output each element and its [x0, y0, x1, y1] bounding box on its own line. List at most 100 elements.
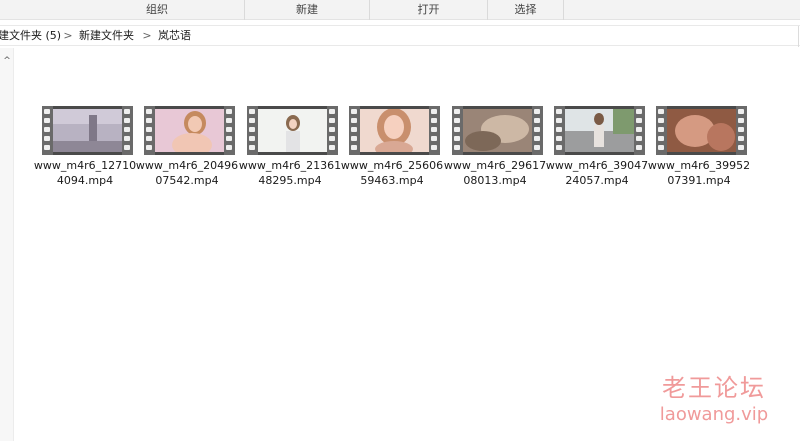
film-hole [454, 136, 460, 141]
scroll-up-arrow-icon[interactable]: ^ [2, 56, 12, 66]
film-hole [454, 109, 460, 114]
film-hole [329, 109, 335, 114]
film-hole [226, 109, 232, 114]
film-hole [738, 136, 744, 141]
film-hole [44, 136, 50, 141]
file-item[interactable]: www_m4r6_3904724057.mp4 [545, 104, 648, 194]
film-hole [431, 136, 437, 141]
film-hole [738, 109, 744, 114]
film-hole [124, 127, 130, 132]
video-thumbnail [42, 106, 133, 155]
film-hole [351, 127, 357, 132]
film-hole [226, 145, 232, 150]
film-hole [226, 127, 232, 132]
film-hole [226, 136, 232, 141]
film-hole [658, 109, 664, 114]
film-hole [556, 145, 562, 150]
film-hole [351, 118, 357, 123]
film-hole [146, 109, 152, 114]
file-item[interactable]: www_m4r6_2136148295.mp4 [238, 104, 341, 194]
film-hole [636, 136, 642, 141]
file-name[interactable]: www_m4r6_3995207391.mp4 [647, 158, 751, 188]
watermark-url: laowang.vip [659, 404, 769, 425]
film-hole [738, 127, 744, 132]
film-strip-icon [327, 106, 338, 155]
file-item[interactable]: www_m4r6_2961708013.mp4 [443, 104, 546, 194]
film-strip-icon [122, 106, 133, 155]
film-hole [44, 145, 50, 150]
film-hole [329, 127, 335, 132]
file-name[interactable]: www_m4r6_3904724057.mp4 [545, 158, 649, 188]
film-hole [44, 127, 50, 132]
breadcrumb-chevron-icon[interactable]: > [142, 26, 152, 47]
file-item[interactable]: www_m4r6_3995207391.mp4 [647, 104, 750, 194]
ribbon-group-select: 选择 [488, 0, 564, 20]
film-strip-icon [656, 106, 667, 155]
file-name[interactable]: www_m4r6_2961708013.mp4 [443, 158, 547, 188]
film-hole [226, 118, 232, 123]
video-thumbnail [144, 106, 235, 155]
video-frame-person [360, 109, 429, 152]
film-strip-icon [452, 106, 463, 155]
film-hole [534, 145, 540, 150]
film-hole [124, 136, 130, 141]
film-hole [658, 145, 664, 150]
video-preview-image [258, 109, 327, 152]
film-hole [146, 136, 152, 141]
film-hole [636, 145, 642, 150]
film-hole [454, 127, 460, 132]
film-hole [431, 109, 437, 114]
file-name[interactable]: www_m4r6_2560659463.mp4 [340, 158, 444, 188]
watermark: 老王论坛 laowang.vip [644, 372, 784, 432]
address-bar[interactable]: 建文件夹 (5) > 新建文件夹 > 岚芯语 [0, 25, 800, 47]
film-hole [658, 136, 664, 141]
file-name[interactable]: www_m4r6_2049607542.mp4 [135, 158, 239, 188]
file-item[interactable]: www_m4r6_2049607542.mp4 [135, 104, 238, 194]
ribbon-group-labels: 组织 新建 打开 选择 [0, 0, 800, 20]
film-strip-icon [42, 106, 53, 155]
film-hole [351, 136, 357, 141]
film-hole [124, 109, 130, 114]
video-preview-image [360, 109, 429, 152]
film-hole [249, 127, 255, 132]
film-hole [556, 136, 562, 141]
film-strip-icon [634, 106, 645, 155]
breadcrumb-new-folder[interactable]: 新建文件夹 [79, 26, 134, 47]
file-name[interactable]: www_m4r6_2136148295.mp4 [238, 158, 342, 188]
film-hole [44, 109, 50, 114]
file-item[interactable]: www_m4r6_2560659463.mp4 [340, 104, 443, 194]
breadcrumb-parent-folder[interactable]: 建文件夹 (5) [0, 26, 61, 47]
film-hole [636, 127, 642, 132]
file-name[interactable]: www_m4r6_127104094.mp4 [33, 158, 137, 188]
film-hole [146, 145, 152, 150]
breadcrumb-chevron-icon[interactable]: > [63, 26, 73, 47]
film-hole [249, 136, 255, 141]
breadcrumb-current-folder[interactable]: 岚芯语 [158, 26, 191, 47]
film-hole [249, 109, 255, 114]
video-preview-image [463, 109, 532, 152]
film-hole [431, 145, 437, 150]
film-hole [329, 136, 335, 141]
video-frame-person [258, 109, 327, 152]
film-hole [454, 145, 460, 150]
video-thumbnail [349, 106, 440, 155]
video-frame-street [565, 109, 634, 152]
file-item[interactable]: www_m4r6_127104094.mp4 [33, 104, 136, 194]
film-strip-icon [532, 106, 543, 155]
video-frame-blurred [667, 109, 736, 152]
film-hole [636, 118, 642, 123]
film-hole [556, 118, 562, 123]
film-hole [534, 127, 540, 132]
navigation-pane-scrollbar[interactable]: ^ [0, 48, 14, 441]
ribbon-group-organize: 组织 [70, 0, 245, 20]
film-hole [329, 118, 335, 123]
video-preview-image [667, 109, 736, 152]
film-hole [329, 145, 335, 150]
video-preview-image [565, 109, 634, 152]
watermark-text: 老王论坛 [662, 374, 766, 402]
film-hole [249, 118, 255, 123]
film-hole [738, 145, 744, 150]
film-hole [738, 118, 744, 123]
film-hole [636, 109, 642, 114]
film-strip-icon [554, 106, 565, 155]
